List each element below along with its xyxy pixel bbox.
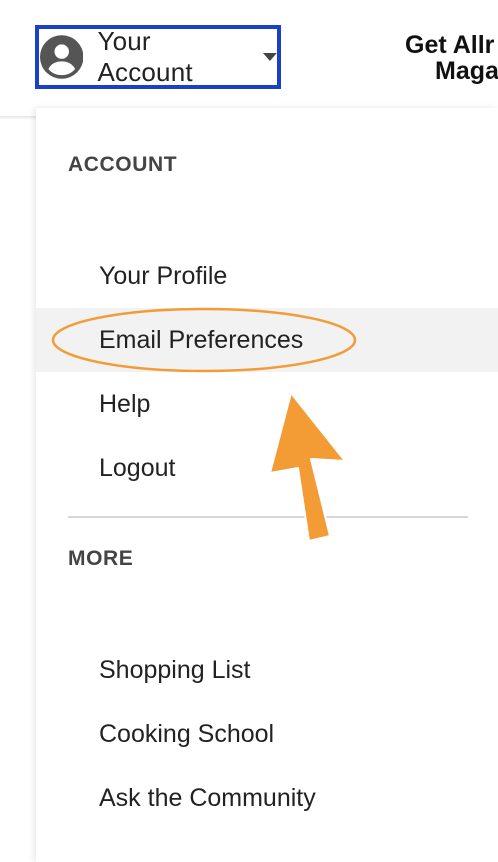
menu-item-email-preferences[interactable]: Email Preferences — [36, 308, 498, 372]
promo-line-1: Get Allr — [405, 32, 495, 59]
menu-item-ask-the-community[interactable]: Ask the Community — [36, 766, 498, 830]
menu-item-help[interactable]: Help — [36, 372, 498, 436]
your-account-button[interactable]: Your Account — [35, 25, 281, 89]
caret-down-icon — [263, 53, 278, 61]
menu-item-your-profile[interactable]: Your Profile — [36, 244, 498, 308]
section-divider — [68, 516, 468, 518]
menu-item-shopping-list[interactable]: Shopping List — [36, 638, 498, 702]
account-circle-icon — [40, 35, 84, 79]
menu-item-cooking-school[interactable]: Cooking School — [36, 702, 498, 766]
top-bar: Your Account Get Allr Maga — [0, 0, 498, 118]
account-section-title: ACCOUNT — [68, 153, 178, 176]
account-dropdown-menu: ACCOUNT Your Profile Email Preferences H… — [36, 108, 498, 862]
promo-line-2: Maga — [435, 57, 498, 85]
magazine-promo-link[interactable]: Get Allr Maga — [405, 32, 498, 88]
more-section-title: MORE — [68, 547, 134, 570]
account-label: Your Account — [97, 26, 193, 87]
menu-item-logout[interactable]: Logout — [36, 436, 498, 500]
